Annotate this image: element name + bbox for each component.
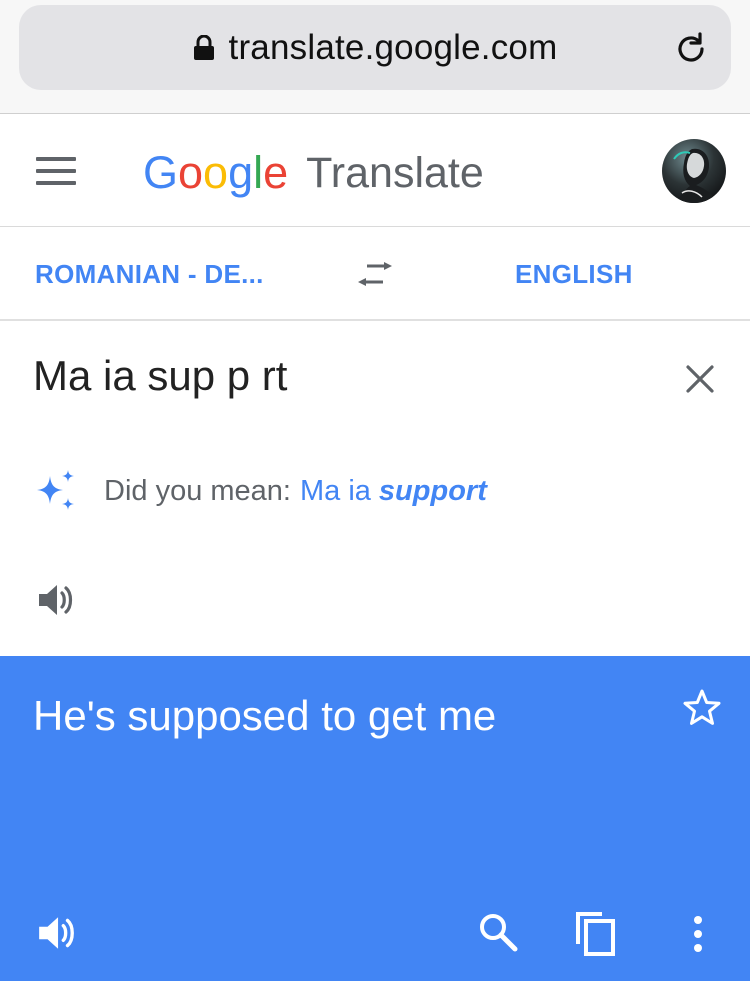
url-text: translate.google.com [228, 27, 558, 67]
did-you-mean-suggestion[interactable]: Did you mean: Ma ia support [33, 468, 487, 514]
avatar[interactable] [662, 139, 726, 203]
reload-icon[interactable] [673, 31, 709, 67]
more-vert-icon[interactable] [686, 914, 710, 954]
source-language-button[interactable]: ROMANIAN - DE... [35, 228, 264, 321]
app-header: G o o g l e Translate [0, 115, 750, 227]
language-bar: ROMANIAN - DE... ENGLISH [0, 228, 750, 321]
logo-letter: o [178, 147, 204, 198]
sparkle-icon [37, 470, 74, 510]
google-translate-logo: G o o g l e Translate [143, 145, 484, 201]
suggestion-correction: support [378, 474, 487, 507]
star-icon[interactable] [682, 688, 722, 728]
source-panel: Ma ia sup p rt Did you mean: Ma ia suppo… [0, 322, 750, 656]
lock-icon [193, 34, 214, 60]
suggestion-prefix: Ma ia [300, 474, 371, 507]
speaker-icon[interactable] [36, 912, 78, 954]
logo-letter: g [228, 147, 254, 198]
logo-letter: e [263, 147, 289, 198]
logo-letter: o [203, 147, 229, 198]
swap-icon[interactable] [356, 258, 394, 290]
app-title: Translate [306, 148, 484, 197]
did-you-mean-label: Did you mean: [104, 474, 291, 507]
speaker-icon[interactable] [36, 580, 76, 620]
search-icon[interactable] [478, 912, 518, 952]
logo-letter: l [253, 147, 264, 198]
target-language-button[interactable]: ENGLISH [515, 228, 633, 321]
menu-icon[interactable] [36, 157, 76, 185]
source-text-input[interactable]: Ma ia sup p rt [33, 352, 287, 400]
logo-letter: G [143, 147, 179, 198]
translation-text: He's supposed to get me [33, 692, 497, 739]
browser-toolbar: translate.google.com [0, 0, 750, 114]
address-bar[interactable]: translate.google.com [19, 5, 731, 90]
copy-icon[interactable] [574, 910, 616, 956]
close-icon[interactable] [685, 364, 715, 394]
translation-card: He's supposed to get me [0, 656, 750, 981]
